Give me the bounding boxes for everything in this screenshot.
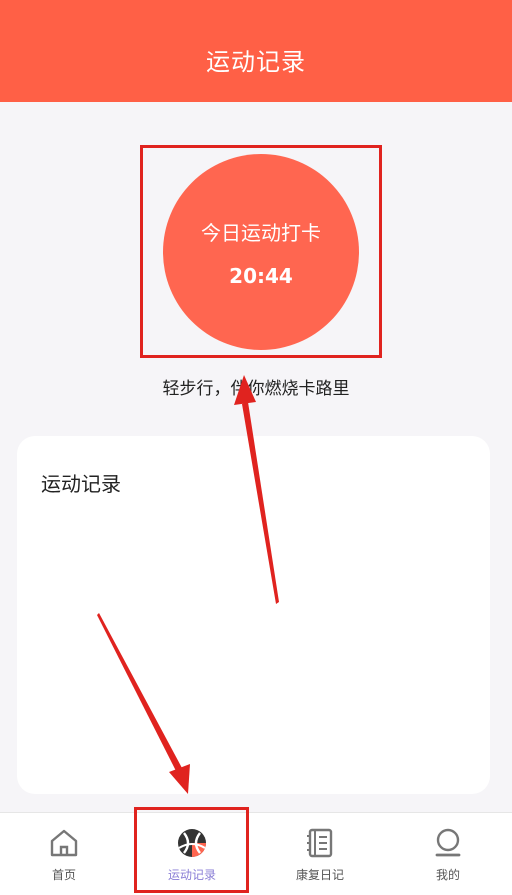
tab-label: 我的 [435,868,460,882]
tab-profile[interactable]: 我的 [384,813,512,895]
page-title: 运动记录 [206,47,306,76]
checkin-highlight-box: 今日运动打卡 20:44 [140,145,382,358]
sport-ball-icon [175,826,209,860]
tab-sport-records[interactable]: 运动记录 [128,813,256,895]
tab-label: 首页 [51,868,76,882]
app-header: 运动记录 [0,0,512,102]
records-card-title: 运动记录 [41,472,121,496]
tab-rehab-diary[interactable]: 康复日记 [256,813,384,895]
checkin-time: 20:44 [229,264,293,288]
records-card: 运动记录 [17,436,490,794]
tab-home[interactable]: 首页 [0,813,128,895]
tab-label: 康复日记 [295,868,344,882]
app-screen: 运动记录 今日运动打卡 20:44 轻步行，伴你燃烧卡路里 运动记录 首页 运动… [0,0,512,895]
slogan-text: 轻步行，伴你燃烧卡路里 [162,379,350,399]
home-icon [47,826,81,860]
notebook-icon [303,826,337,860]
bottom-tab-bar: 首页 运动记录 康复日记 我的 [0,812,512,895]
checkin-label: 今日运动打卡 [201,221,321,245]
profile-icon [431,826,465,860]
checkin-button[interactable]: 今日运动打卡 20:44 [163,153,359,350]
tab-label: 运动记录 [167,868,216,882]
